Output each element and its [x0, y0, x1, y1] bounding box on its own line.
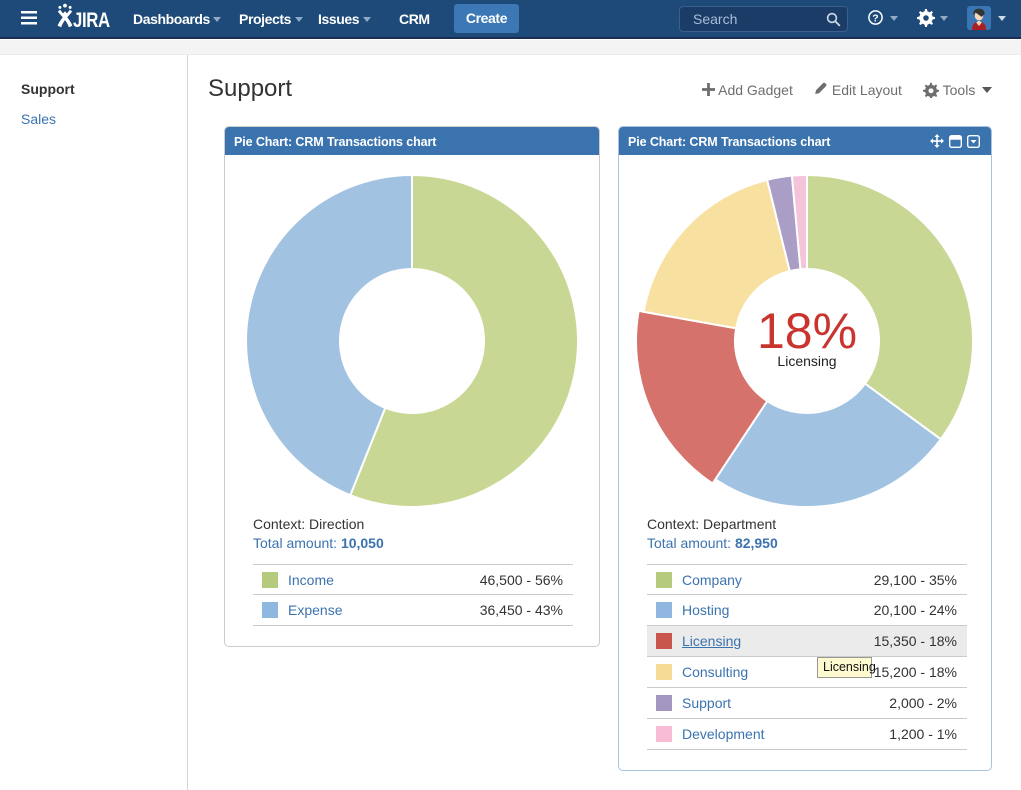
svg-text:?: ? [872, 12, 878, 24]
